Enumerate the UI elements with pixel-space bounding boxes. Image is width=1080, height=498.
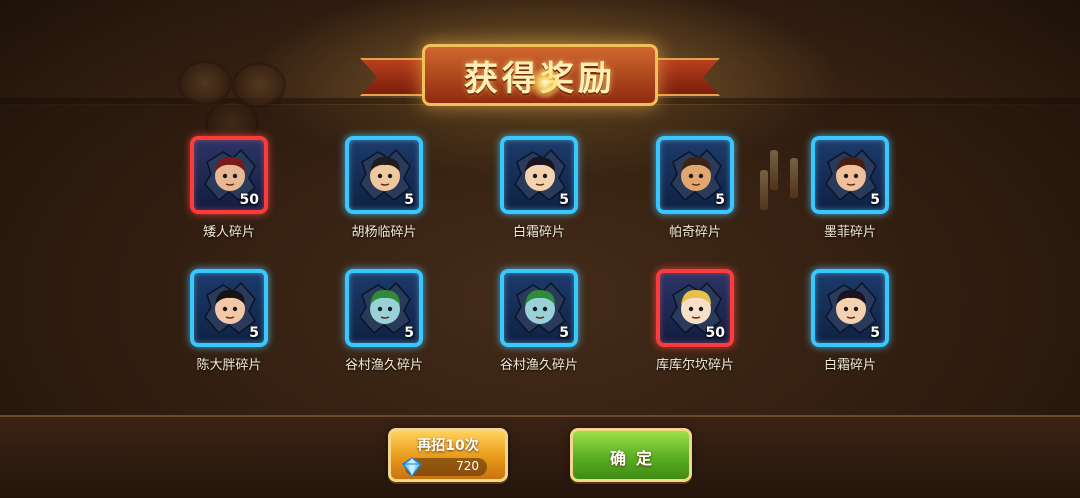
reward-card[interactable]: 50: [656, 269, 734, 347]
reward-card[interactable]: 50: [190, 136, 268, 214]
reward-label: 库库尔坎碎片: [655, 358, 734, 373]
fragment-count: 50: [239, 192, 259, 208]
recruit-cost-value: 720: [456, 459, 479, 473]
reward-card[interactable]: 5: [345, 269, 423, 347]
reward-label: 矮人碎片: [202, 225, 255, 240]
reward-card[interactable]: 5: [345, 136, 423, 214]
reward-card[interactable]: 5: [500, 136, 578, 214]
sparkle-icon: [528, 66, 562, 100]
confirm-label: 确定: [609, 449, 662, 468]
recruit-again-button[interactable]: 再招10次 720: [388, 428, 508, 482]
floor: [0, 415, 1080, 498]
reward-item[interactable]: 50 矮人碎片: [164, 136, 294, 240]
reward-item[interactable]: 5 陈大胖碎片: [164, 269, 294, 373]
reward-item[interactable]: 50 库库尔坎碎片: [630, 269, 760, 373]
reward-card[interactable]: 5: [190, 269, 268, 347]
reward-card[interactable]: 5: [656, 136, 734, 214]
reward-label: 胡杨临碎片: [351, 225, 417, 240]
diamond-gem-icon: [401, 457, 423, 478]
fragment-count: 5: [559, 325, 569, 341]
reward-item[interactable]: 5 帕奇碎片: [630, 136, 760, 240]
reward-label: 白霜碎片: [512, 225, 565, 240]
fragment-count: 5: [870, 325, 880, 341]
reward-item[interactable]: 5 白霜碎片: [474, 136, 604, 240]
reward-label: 帕奇碎片: [668, 225, 721, 240]
reward-label: 谷村渔久碎片: [499, 358, 578, 373]
recruit-again-label: 再招10次: [417, 438, 479, 454]
reward-card[interactable]: 5: [500, 269, 578, 347]
reward-item[interactable]: 5 谷村渔久碎片: [319, 269, 449, 373]
fragment-count: 5: [870, 192, 880, 208]
reward-card[interactable]: 5: [811, 269, 889, 347]
fragment-count: 5: [404, 192, 414, 208]
fragment-count: 50: [705, 325, 725, 341]
reward-item[interactable]: 5 墨菲碎片: [785, 136, 915, 240]
recruit-cost: 720: [401, 457, 487, 478]
reward-label: 谷村渔久碎片: [344, 358, 423, 373]
reward-label: 白霜碎片: [823, 358, 876, 373]
reward-item[interactable]: 5 白霜碎片: [785, 269, 915, 373]
reward-card[interactable]: 5: [811, 136, 889, 214]
fragment-count: 5: [249, 325, 259, 341]
fragment-count: 5: [715, 192, 725, 208]
reward-item[interactable]: 5 谷村渔久碎片: [474, 269, 604, 373]
fragment-count: 5: [404, 325, 414, 341]
fragment-count: 5: [559, 192, 569, 208]
reward-item[interactable]: 5 胡杨临碎片: [319, 136, 449, 240]
reward-label: 陈大胖碎片: [196, 358, 262, 373]
reward-label: 墨菲碎片: [823, 225, 876, 240]
barrel-decoration: [178, 60, 232, 106]
confirm-button[interactable]: 确定: [570, 428, 692, 482]
